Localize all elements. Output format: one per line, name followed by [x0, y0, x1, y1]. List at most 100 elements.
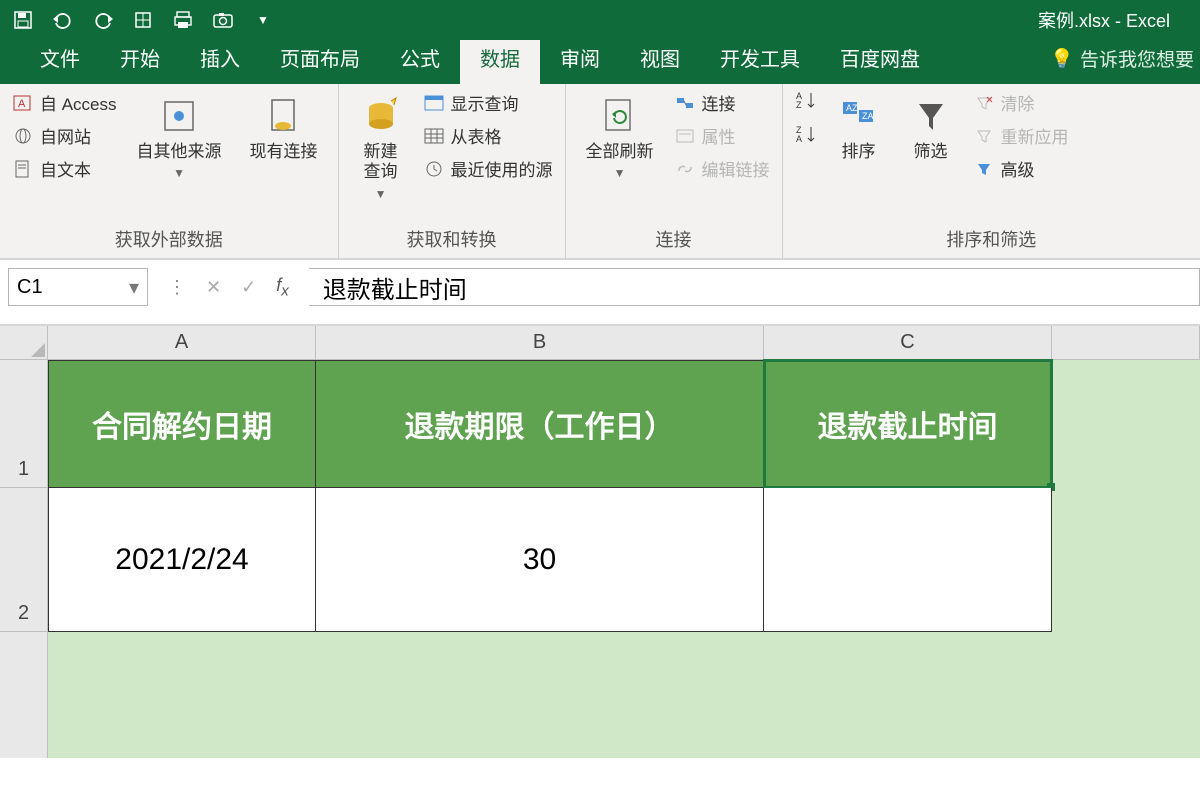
- formula-input[interactable]: 退款截止时间: [309, 268, 1200, 306]
- group-get-transform-label: 获取和转换: [351, 222, 553, 258]
- from-other-sources-button[interactable]: 自其他来源 ▼: [129, 90, 230, 184]
- from-access-label: 自 Access: [40, 90, 117, 115]
- connections-button[interactable]: 连接: [674, 90, 770, 115]
- from-access-button[interactable]: A 自 Access: [12, 90, 117, 115]
- ribbon-tabs: 文件 开始 插入 页面布局 公式 数据 审阅 视图 开发工具 百度网盘 💡 告诉…: [0, 40, 1200, 84]
- col-header-d[interactable]: [1052, 326, 1200, 360]
- tab-file[interactable]: 文件: [20, 33, 100, 84]
- redo-icon[interactable]: [92, 9, 114, 31]
- cell-c2[interactable]: [764, 488, 1052, 632]
- edit-links-button: 编辑链接: [674, 156, 770, 181]
- refresh-all-button[interactable]: 全部刷新 ▼: [578, 90, 662, 184]
- row-header-1[interactable]: 1: [0, 360, 48, 488]
- reapply-button: 重新应用: [973, 123, 1069, 148]
- cell-b3[interactable]: [316, 632, 764, 758]
- cell-a2[interactable]: 2021/2/24: [48, 488, 316, 632]
- col-header-a[interactable]: A: [48, 326, 316, 360]
- col-header-c[interactable]: C: [764, 326, 1052, 360]
- tab-page-layout[interactable]: 页面布局: [260, 33, 380, 84]
- new-query-button[interactable]: 新建 查询 ▼: [351, 90, 411, 205]
- undo-icon[interactable]: [52, 9, 74, 31]
- cell-c1[interactable]: 退款截止时间: [764, 360, 1052, 488]
- sort-desc-button[interactable]: ZA: [795, 124, 817, 144]
- clear-icon: [973, 93, 995, 113]
- clear-filter-button: 清除: [973, 90, 1069, 115]
- quick-access-toolbar: ▼: [12, 9, 274, 31]
- from-web-button[interactable]: 自网站: [12, 123, 117, 148]
- cell-d3[interactable]: [1052, 632, 1200, 758]
- print-icon[interactable]: [172, 9, 194, 31]
- row-header-2[interactable]: 2: [0, 488, 48, 632]
- text-file-icon: [12, 159, 34, 179]
- svg-text:A: A: [18, 98, 26, 110]
- cell-b2[interactable]: 30: [316, 488, 764, 632]
- cancel-formula-icon[interactable]: ✕: [206, 277, 221, 298]
- sort-label: 排序: [842, 142, 876, 162]
- sort-asc-button[interactable]: AZ: [795, 90, 817, 110]
- cell-d2[interactable]: [1052, 488, 1200, 632]
- tab-baidu-netdisk[interactable]: 百度网盘: [820, 33, 940, 84]
- formula-options-icon[interactable]: ⋮: [168, 277, 186, 298]
- recent-sources-button[interactable]: 最近使用的源: [423, 156, 553, 181]
- group-connections: 全部刷新 ▼ 连接 属性 编辑链接 连接: [566, 84, 783, 258]
- cell-a1[interactable]: 合同解约日期: [48, 360, 316, 488]
- qat-customize-icon[interactable]: ▼: [252, 9, 274, 31]
- cell-b1[interactable]: 退款期限（工作日）: [316, 360, 764, 488]
- existing-connections-icon: [262, 94, 306, 138]
- show-queries-button[interactable]: 显示查询: [423, 90, 553, 115]
- enter-formula-icon[interactable]: ✓: [241, 277, 256, 298]
- cell-c3[interactable]: [764, 632, 1052, 758]
- edit-links-icon: [674, 159, 696, 179]
- fx-icon[interactable]: fx: [276, 275, 289, 300]
- advanced-filter-label: 高级: [1001, 156, 1035, 181]
- sort-button[interactable]: AZZA 排序: [829, 90, 889, 166]
- chevron-down-icon: ▼: [375, 187, 387, 201]
- show-queries-label: 显示查询: [451, 90, 519, 115]
- col-header-b[interactable]: B: [316, 326, 764, 360]
- from-table-label: 从表格: [451, 123, 502, 148]
- reapply-icon: [973, 126, 995, 146]
- group-connections-label: 连接: [578, 222, 770, 258]
- window-title: 案例.xlsx - Excel: [1038, 7, 1170, 33]
- from-other-sources-label: 自其他来源: [137, 142, 222, 162]
- touch-mode-icon[interactable]: [132, 9, 154, 31]
- tell-me-label: 告诉我您想要: [1080, 45, 1194, 72]
- camera-icon[interactable]: [212, 9, 234, 31]
- edit-links-label: 编辑链接: [702, 156, 770, 181]
- refresh-all-label: 全部刷新: [586, 142, 654, 162]
- cell-d1[interactable]: [1052, 360, 1200, 488]
- group-get-transform: 新建 查询 ▼ 显示查询 从表格 最近使用的源 获取和转换: [339, 84, 566, 258]
- title-bar: ▼ 案例.xlsx - Excel: [0, 0, 1200, 40]
- tab-view[interactable]: 视图: [620, 33, 700, 84]
- advanced-filter-button[interactable]: 高级: [973, 156, 1069, 181]
- select-all-corner[interactable]: [0, 326, 48, 360]
- filter-label: 筛选: [914, 142, 948, 162]
- chevron-down-icon[interactable]: ▾: [129, 275, 139, 300]
- group-sort-filter-label: 排序和筛选: [795, 222, 1188, 258]
- row-header-3[interactable]: [0, 632, 48, 758]
- tab-data[interactable]: 数据: [460, 33, 540, 84]
- properties-icon: [674, 126, 696, 146]
- tell-me-search[interactable]: 💡 告诉我您想要: [1050, 45, 1200, 84]
- lightbulb-icon: 💡: [1050, 47, 1074, 71]
- advanced-icon: [973, 159, 995, 179]
- from-text-label: 自文本: [40, 156, 91, 181]
- svg-text:AZ: AZ: [846, 103, 858, 113]
- existing-connections-label: 现有连接: [250, 142, 318, 162]
- from-text-button[interactable]: 自文本: [12, 156, 117, 181]
- from-web-label: 自网站: [40, 123, 91, 148]
- recent-icon: [423, 159, 445, 179]
- tab-insert[interactable]: 插入: [180, 33, 260, 84]
- row-headers-column: 1 2: [0, 326, 48, 798]
- tab-review[interactable]: 审阅: [540, 33, 620, 84]
- save-icon[interactable]: [12, 9, 34, 31]
- tab-formulas[interactable]: 公式: [380, 33, 460, 84]
- cell-a3[interactable]: [48, 632, 316, 758]
- existing-connections-button[interactable]: 现有连接: [242, 90, 326, 166]
- from-table-button[interactable]: 从表格: [423, 123, 553, 148]
- recent-sources-label: 最近使用的源: [451, 156, 553, 181]
- filter-button[interactable]: 筛选: [901, 90, 961, 166]
- tab-home[interactable]: 开始: [100, 33, 180, 84]
- name-box[interactable]: C1 ▾: [8, 268, 148, 306]
- tab-developer[interactable]: 开发工具: [700, 33, 820, 84]
